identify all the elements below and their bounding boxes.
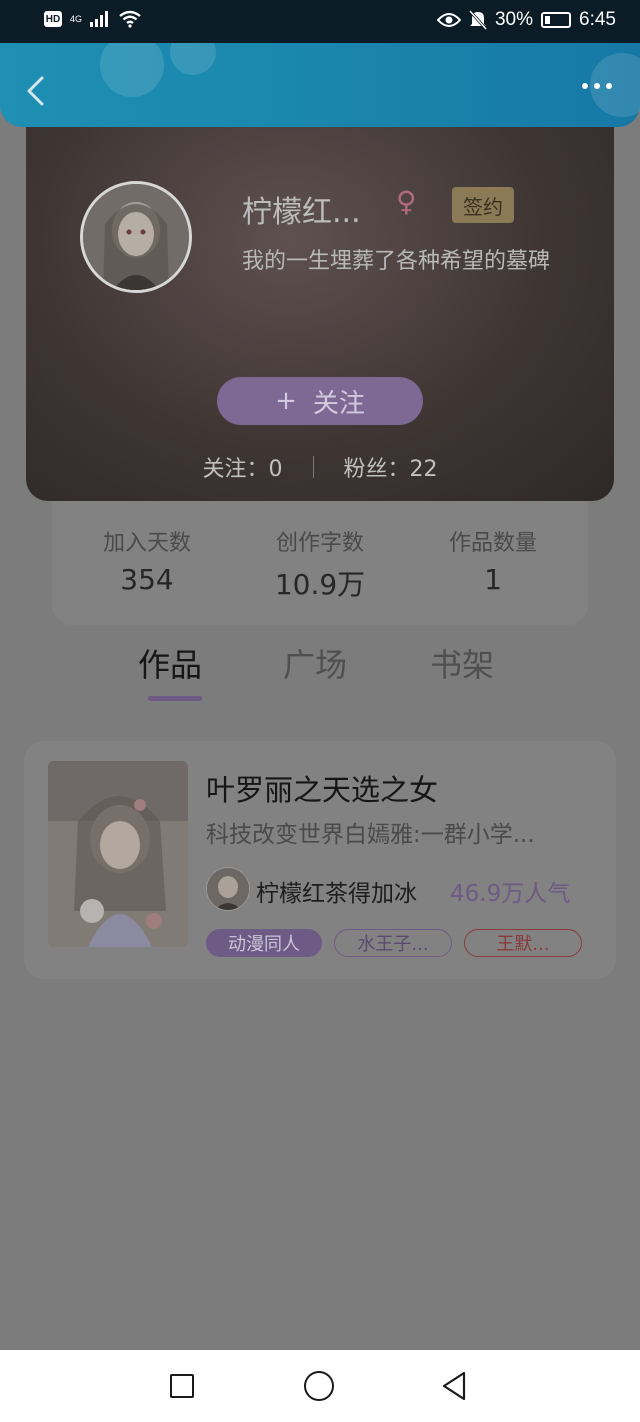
more-dots-icon bbox=[582, 83, 588, 89]
stat-value: 354 bbox=[120, 563, 174, 596]
battery-icon bbox=[541, 12, 572, 28]
author-avatar bbox=[206, 867, 250, 911]
fans-label: 粉丝： bbox=[343, 457, 410, 482]
work-title: 叶罗丽之天选之女 bbox=[206, 773, 439, 807]
decor-bubble bbox=[100, 43, 164, 97]
more-dot bbox=[606, 83, 612, 89]
home-button[interactable] bbox=[304, 1371, 334, 1401]
signal-icon bbox=[90, 11, 109, 27]
tab-bookshelf[interactable]: 书架 bbox=[430, 640, 494, 686]
system-back-button[interactable] bbox=[440, 1370, 468, 1402]
follow-button[interactable]: + 关注 bbox=[217, 377, 423, 425]
fans-count: 22 bbox=[409, 457, 438, 482]
back-button[interactable] bbox=[22, 73, 52, 109]
hd-icon: HD bbox=[44, 11, 62, 27]
work-description: 科技改变世界白嫣雅:一群小学... bbox=[206, 822, 535, 848]
stat-label: 创作字数 bbox=[275, 531, 364, 556]
bio: 我的一生埋葬了各种希望的墓碑 bbox=[242, 249, 551, 274]
stat-label: 加入天数 bbox=[102, 531, 191, 556]
decor-bubble bbox=[170, 43, 216, 75]
plus-icon: + bbox=[275, 386, 297, 416]
book-cover-image bbox=[48, 761, 188, 947]
follow-button-label: 关注 bbox=[312, 388, 365, 419]
divider bbox=[312, 456, 314, 478]
avatar[interactable] bbox=[80, 181, 192, 293]
more-button[interactable] bbox=[582, 83, 622, 97]
stat-work-count: 作品数量 1 bbox=[428, 501, 558, 625]
status-bar: HD 4G 30% 6:45 bbox=[0, 0, 640, 43]
eye-icon bbox=[436, 13, 461, 27]
stat-word-count: 创作字数 10.9万 bbox=[255, 501, 385, 625]
tab-works[interactable]: 作品 bbox=[138, 640, 202, 686]
avatar-image bbox=[83, 184, 189, 290]
female-icon: ♀ bbox=[396, 185, 417, 218]
fans-stat[interactable]: 粉丝：22 bbox=[344, 451, 438, 483]
active-tab-indicator bbox=[148, 696, 202, 701]
signed-badge: 签约 bbox=[452, 187, 514, 223]
author-avatar-image bbox=[207, 868, 249, 910]
wifi-icon bbox=[119, 10, 141, 28]
book-cover[interactable] bbox=[48, 761, 188, 947]
popularity: 46.9万人气 bbox=[450, 881, 571, 907]
system-nav-bar bbox=[0, 1350, 640, 1422]
tag-character[interactable]: 王默... bbox=[464, 929, 582, 957]
tab-square[interactable]: 广场 bbox=[283, 640, 347, 686]
network-type: 4G bbox=[70, 13, 83, 24]
header-bar bbox=[0, 43, 640, 127]
stat-value: 1 bbox=[484, 563, 502, 596]
tag-character[interactable]: 水王子... bbox=[334, 929, 452, 957]
work-card[interactable]: 叶罗丽之天选之女 科技改变世界白嫣雅:一群小学... 柠檬红茶得加冰 46.9万… bbox=[24, 741, 616, 979]
recent-apps-button[interactable] bbox=[170, 1374, 194, 1398]
following-stat[interactable]: 关注：0 bbox=[202, 451, 282, 483]
profile-card: 柠檬红... ♀ 签约 我的一生埋葬了各种希望的墓碑 + 关注 关注：0 粉丝：… bbox=[26, 127, 614, 501]
following-count: 0 bbox=[268, 457, 283, 482]
stat-join-days: 加入天数 354 bbox=[82, 501, 212, 625]
stat-label: 作品数量 bbox=[448, 531, 537, 556]
mute-bell-icon bbox=[468, 10, 487, 30]
battery-percent: 30% bbox=[494, 9, 534, 30]
username: 柠檬红... bbox=[242, 195, 361, 230]
stats-panel: 加入天数 354 创作字数 10.9万 作品数量 1 bbox=[52, 501, 588, 625]
following-label: 关注： bbox=[202, 457, 269, 482]
author-name: 柠檬红茶得加冰 bbox=[256, 881, 417, 907]
tag-category[interactable]: 动漫同人 bbox=[206, 929, 322, 957]
clock: 6:45 bbox=[579, 9, 616, 30]
stat-value: 10.9万 bbox=[274, 568, 366, 601]
more-dot bbox=[594, 83, 600, 89]
follow-stats: 关注：0 粉丝：22 bbox=[26, 447, 614, 487]
